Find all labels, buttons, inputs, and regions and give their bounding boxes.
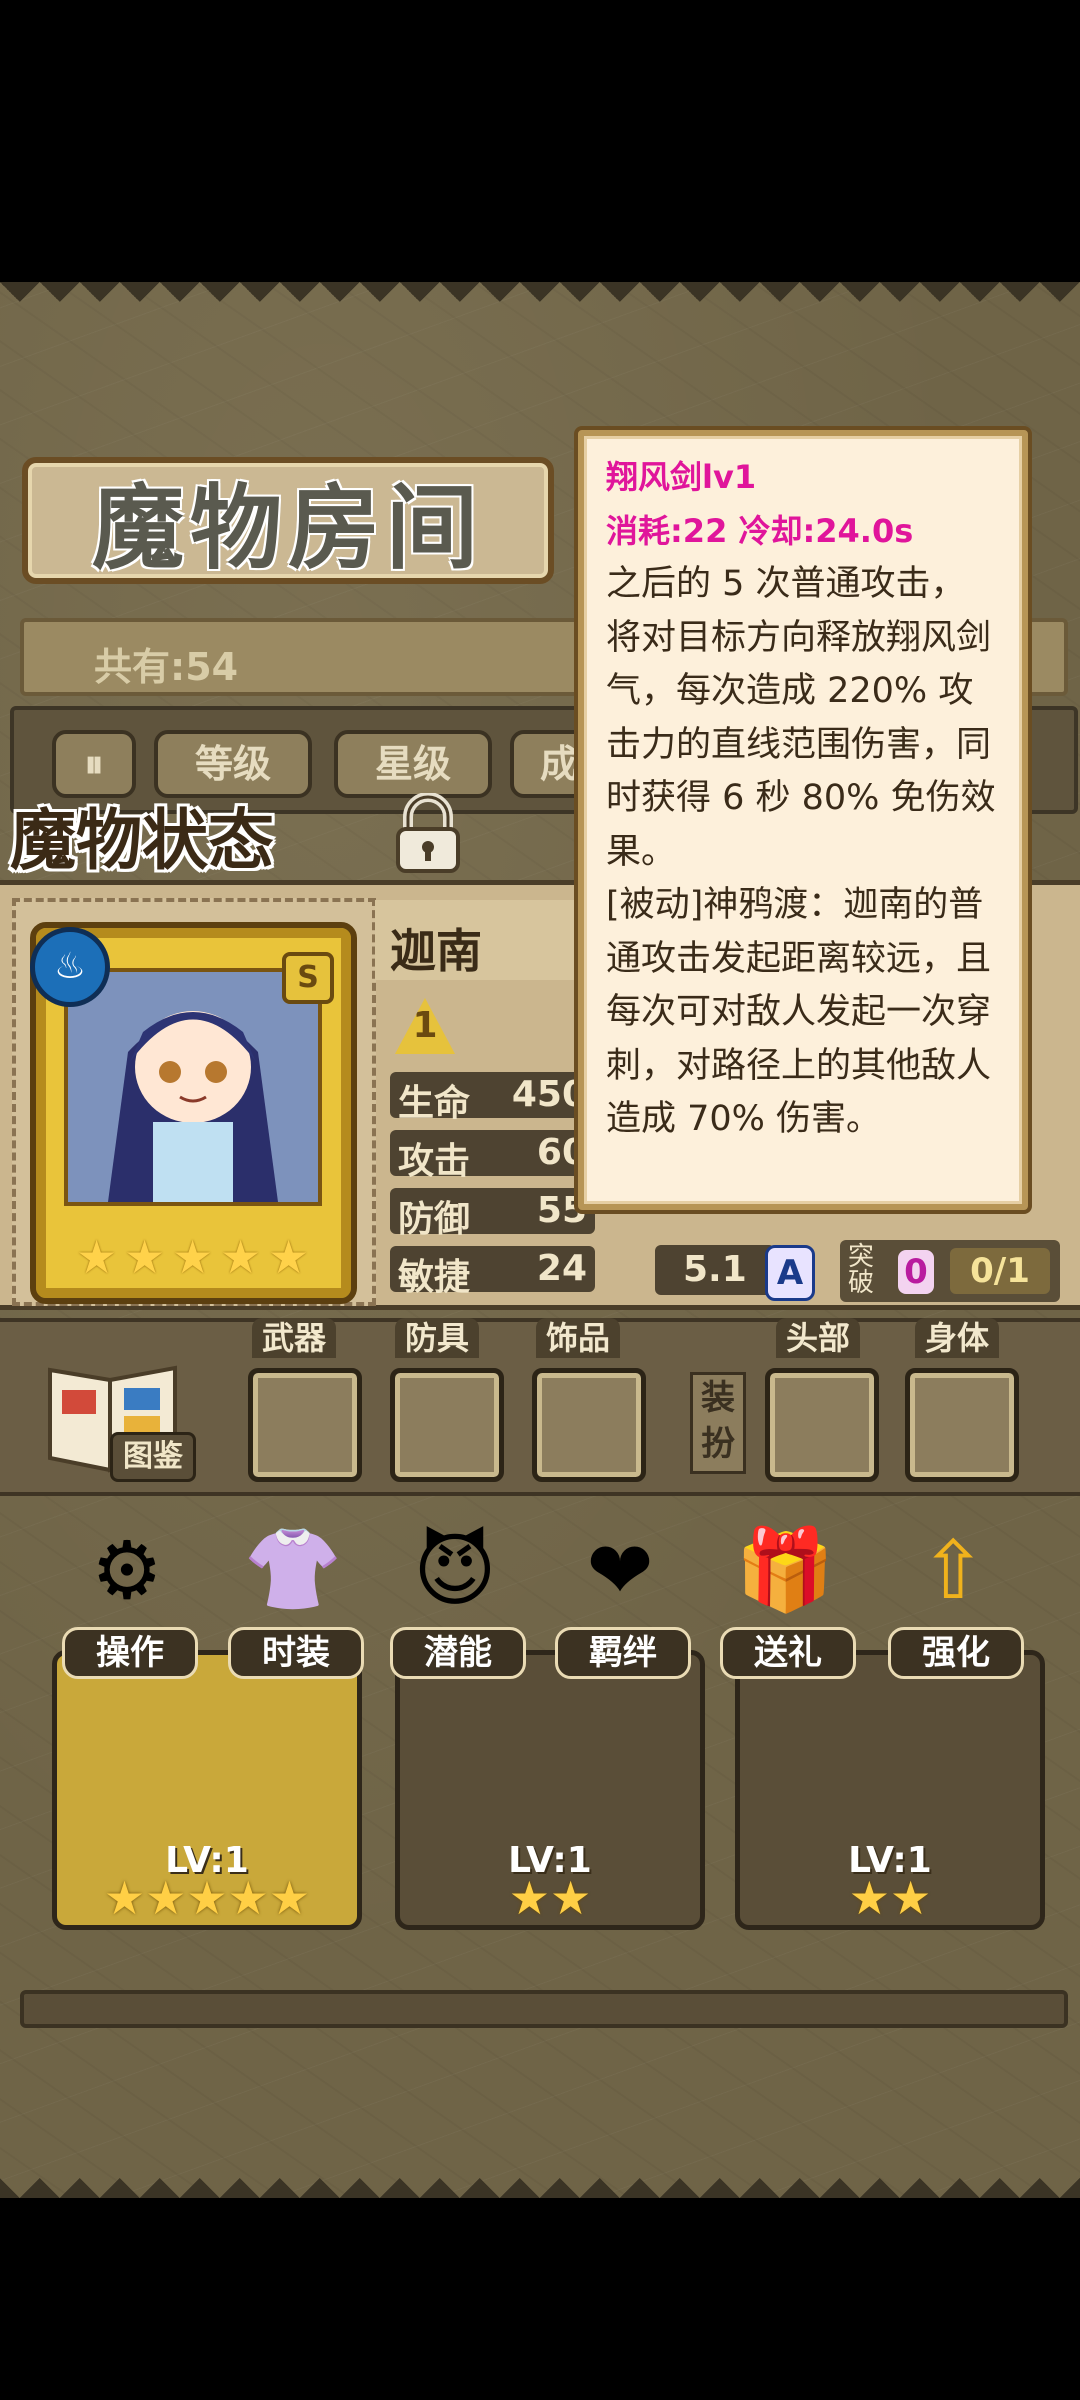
skill-description: 之后的 5 次普通攻击，将对目标方向释放翔风剑气，每次造成 220% 攻击力的直… — [606, 564, 996, 1139]
body-slot[interactable] — [905, 1368, 1019, 1482]
slot-label-weapon: 武器 — [252, 1318, 337, 1358]
gift-icon: 🎁 — [735, 1523, 835, 1616]
bottom-scrollbar[interactable] — [20, 1990, 1068, 2028]
bond-button[interactable]: ❤ 羁绊 — [555, 1515, 691, 1679]
menu-label: 时装 — [228, 1627, 364, 1679]
stat-label: 生命 — [398, 1083, 471, 1124]
dress-up-label[interactable]: 装扮 — [690, 1372, 746, 1474]
breakthrough-progress: 0/1 — [950, 1248, 1050, 1294]
slot-label-armor: 防具 — [395, 1318, 480, 1358]
card-stars: ★★ — [508, 1871, 592, 1925]
upgrade-arrows-icon: ⇧ — [919, 1523, 987, 1617]
status-title-plate: 魔物状态 — [10, 790, 360, 880]
star-icon: ★ — [124, 1230, 166, 1284]
menu-label: 操作 — [62, 1627, 198, 1679]
stat-label: 敏捷 — [398, 1257, 471, 1298]
monster-count: 共有:54 — [94, 645, 239, 689]
skill-tooltip: 翔风剑lv1 消耗:22 冷却:24.0s 之后的 5 次普通攻击，将对目标方向… — [578, 430, 1028, 1210]
breakthrough-label: 突破 — [848, 1242, 875, 1298]
menu-label: 强化 — [888, 1627, 1024, 1679]
weapon-slot[interactable] — [248, 1368, 362, 1482]
monster-card[interactable]: LV:1 ★★★★★ — [52, 1650, 362, 1930]
stat-value: 450 — [511, 1074, 587, 1115]
water-element-icon: ♨ — [30, 927, 110, 1007]
speed-box: 5.1 — [655, 1245, 775, 1295]
card-stars: ★★ — [848, 1871, 932, 1925]
armor-slot[interactable] — [390, 1368, 504, 1482]
top-border — [0, 282, 1080, 322]
stat-value: 24 — [536, 1248, 587, 1289]
stat-label: 攻击 — [398, 1141, 471, 1182]
bottom-border — [0, 2158, 1080, 2198]
room-title-plate: 魔物房间 — [22, 457, 554, 584]
status-title: 魔物状态 — [10, 802, 274, 879]
character-portrait — [64, 968, 322, 1206]
enhance-button[interactable]: ⇧ 强化 — [888, 1515, 1024, 1679]
encyclopedia-label[interactable]: 图鉴 — [110, 1432, 196, 1482]
star-icon: ★ — [268, 1230, 310, 1284]
stat-label: 防御 — [398, 1199, 471, 1240]
rank-badge: S — [282, 952, 334, 1004]
card-stars: ★ ★ ★ ★ ★ — [76, 1234, 314, 1280]
operate-button[interactable]: ⚙ 操作 — [62, 1515, 198, 1679]
stat-agility: 敏捷 24 — [390, 1246, 595, 1298]
star-icon: ★ — [172, 1230, 214, 1284]
star-icon: ★ — [220, 1230, 262, 1284]
hearts-icon: ❤ — [586, 1523, 654, 1617]
monster-card[interactable]: LV:1 ★★ — [395, 1650, 705, 1930]
speed-value: 5.1 — [683, 1249, 747, 1290]
gear-icon: ⚙ — [91, 1523, 163, 1617]
outfit-icon: 👚 — [243, 1523, 343, 1616]
sort-star-button[interactable]: 星级 — [334, 730, 492, 798]
menu-label: 送礼 — [720, 1627, 856, 1679]
stat-attack: 攻击 60 — [390, 1130, 595, 1182]
slot-label-accessory: 饰品 — [536, 1318, 621, 1358]
slot-label-head: 头部 — [776, 1318, 861, 1358]
monster-card[interactable]: LV:1 ★★ — [735, 1650, 1045, 1930]
stat-defense: 防御 55 — [390, 1188, 595, 1240]
speed-grade-icon: A — [765, 1245, 815, 1301]
room-title: 魔物房间 — [91, 475, 484, 582]
menu-label: 羁绊 — [555, 1627, 691, 1679]
skill-cost: 消耗:22 冷却:24.0s — [606, 512, 914, 550]
skill-name: 翔风剑lv1 — [606, 458, 757, 496]
accessory-slot[interactable] — [532, 1368, 646, 1482]
lock-icon[interactable] — [392, 792, 464, 875]
stat-hp: 生命 450 — [390, 1072, 595, 1124]
menu-label: 潜能 — [390, 1627, 526, 1679]
potential-button[interactable]: 😈 潜能 — [390, 1515, 526, 1679]
gift-button[interactable]: 🎁 送礼 — [720, 1515, 856, 1679]
character-name: 迦南 — [390, 924, 482, 978]
breakthrough-count: 0 — [898, 1250, 934, 1294]
star-icon: ★ — [76, 1230, 118, 1284]
breakthrough-box: 突破 0 0/1 — [840, 1240, 1060, 1302]
fashion-button[interactable]: 👚 时装 — [228, 1515, 364, 1679]
card-stars: ★★★★★ — [103, 1871, 311, 1925]
slot-label-body: 身体 — [915, 1318, 1000, 1358]
demon-icon: 😈 — [413, 1523, 497, 1617]
head-slot[interactable] — [765, 1368, 879, 1482]
